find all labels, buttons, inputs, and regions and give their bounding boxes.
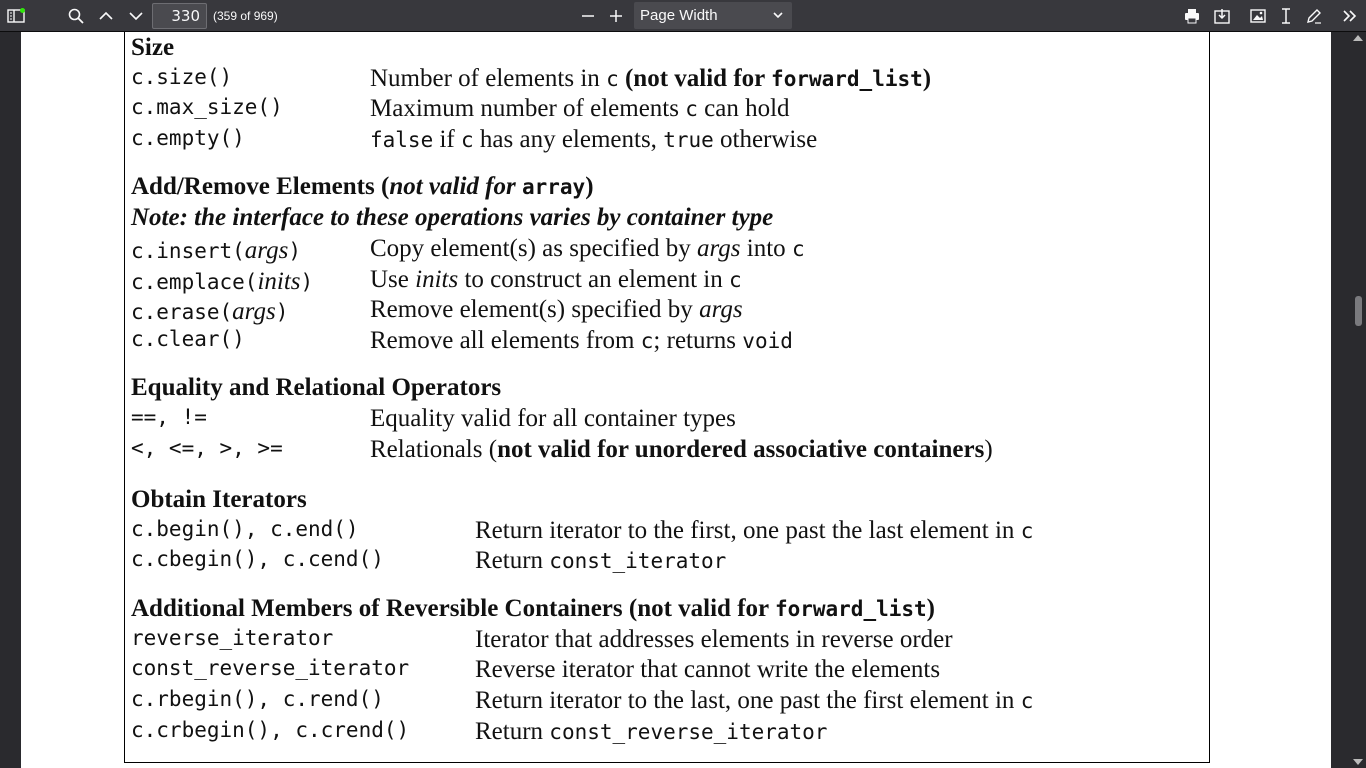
search-icon[interactable] [64, 0, 88, 32]
page-number-input[interactable] [152, 3, 207, 29]
description-cell: Return const_iterator [475, 547, 727, 574]
code-cell: <, <=, >, >= [131, 436, 283, 460]
section-heading-add-remove: Add/Remove Elements (not valid for array… [131, 173, 594, 200]
description-cell: Remove element(s) specified by args [370, 296, 743, 323]
scroll-down-icon[interactable] [1353, 759, 1363, 765]
print-icon[interactable] [1180, 0, 1204, 32]
vertical-scrollbar[interactable] [1350, 32, 1366, 768]
code-cell: reverse_iterator [131, 626, 334, 650]
image-icon[interactable] [1246, 0, 1270, 32]
section-heading-reversible: Additional Members of Reversible Contain… [131, 595, 935, 622]
code-cell: c.empty() [131, 126, 245, 150]
description-cell: Return iterator to the first, one past t… [475, 517, 1034, 544]
code-cell: c.emplace(inits) [131, 268, 314, 295]
scrollbar-thumb[interactable] [1355, 296, 1362, 326]
section-note: Note: the interface to these operations … [131, 204, 774, 231]
code-cell: c.rbegin(), c.rend() [131, 687, 384, 711]
description-cell: Remove all elements from c; returns void [370, 327, 793, 354]
section-heading-equality: Equality and Relational Operators [131, 374, 502, 401]
code-cell: ==, != [131, 405, 207, 429]
description-cell: Maximum number of elements c can hold [370, 95, 790, 122]
section-heading-iterators: Obtain Iterators [131, 486, 307, 513]
save-icon[interactable] [1210, 0, 1234, 32]
scroll-up-icon[interactable] [1353, 35, 1363, 41]
code-cell: const_reverse_iterator [131, 656, 410, 680]
code-cell: c.clear() [131, 327, 245, 351]
code-cell: c.crbegin(), c.crend() [131, 718, 410, 742]
description-cell: Return iterator to the last, one past th… [475, 687, 1034, 714]
description-cell: Number of elements in c (not valid for f… [370, 65, 932, 92]
sidebar-toggle-icon[interactable] [4, 0, 28, 32]
code-cell: c.insert(args) [131, 237, 301, 264]
description-cell: Relationals (not valid for unordered ass… [370, 436, 993, 463]
zoom-out-icon[interactable] [576, 0, 600, 32]
description-cell: Use inits to construct an element in c [370, 266, 742, 293]
code-cell: c.size() [131, 65, 233, 89]
tools-menu-icon[interactable] [1338, 0, 1362, 32]
next-page-icon[interactable] [124, 0, 148, 32]
text-cursor-icon[interactable] [1274, 0, 1298, 32]
zoom-in-icon[interactable] [604, 0, 628, 32]
code-cell: c.cbegin(), c.cend() [131, 547, 384, 571]
previous-page-icon[interactable] [94, 0, 118, 32]
code-cell: c.begin(), c.end() [131, 517, 359, 541]
description-cell: Equality valid for all container types [370, 405, 736, 432]
description-cell: Return const_reverse_iterator [475, 718, 828, 745]
page-count-label: (359 of 969) [213, 9, 278, 23]
description-cell: Copy element(s) as specified by args int… [370, 235, 805, 262]
code-cell: c.erase(args) [131, 298, 289, 325]
description-cell: Reverse iterator that cannot write the e… [475, 656, 941, 683]
code-cell: c.max_size() [131, 95, 283, 119]
pdf-toolbar: (359 of 969) Page Width [0, 0, 1366, 32]
description-cell: false if c has any elements, true otherw… [370, 126, 818, 153]
zoom-select-value: Page Width [640, 7, 718, 24]
section-heading-size: Size [131, 34, 175, 61]
zoom-select[interactable]: Page Width [634, 2, 792, 29]
description-cell: Iterator that addresses elements in reve… [475, 626, 953, 653]
draw-pen-icon[interactable] [1302, 0, 1326, 32]
